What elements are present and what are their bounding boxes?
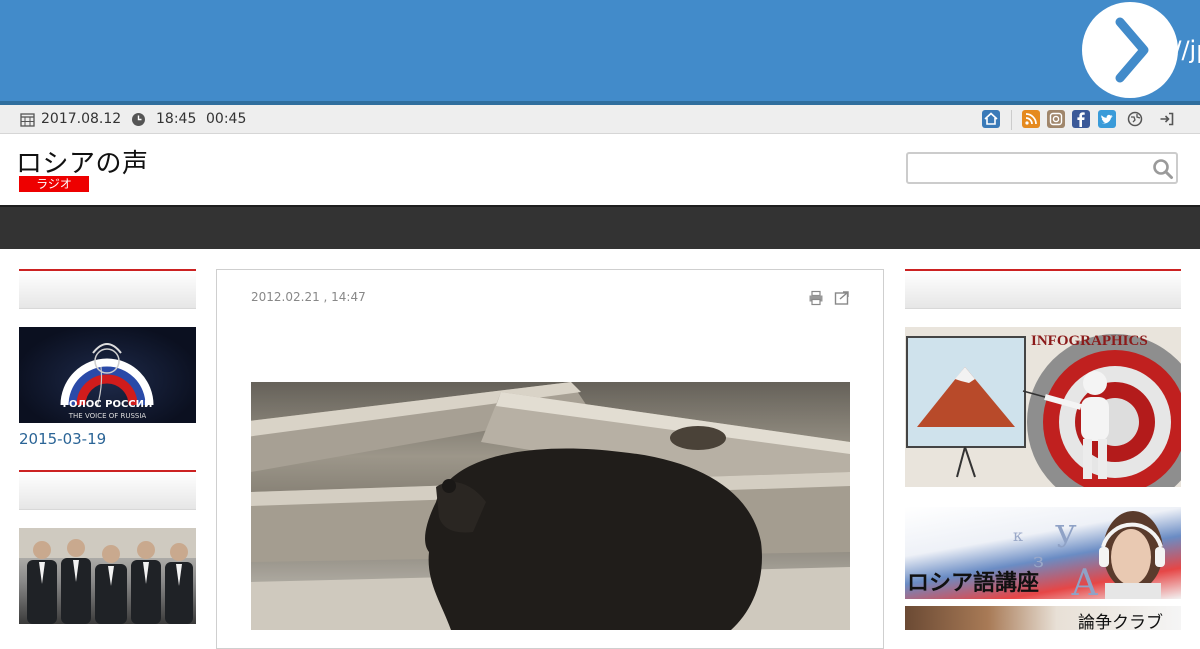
clock-icon <box>132 113 145 126</box>
thumbnail-date-link[interactable]: 2015-03-19 <box>19 430 106 448</box>
article-image-bear <box>251 382 850 630</box>
home-button[interactable] <box>982 110 1000 128</box>
news-photo-thumbnail[interactable] <box>19 528 196 624</box>
calendar-icon <box>20 113 35 127</box>
facebook-button[interactable] <box>1072 110 1090 128</box>
instagram-icon <box>1049 112 1063 126</box>
main-navigation <box>0 205 1200 249</box>
login-button[interactable] <box>1158 110 1176 128</box>
svg-text:к: к <box>1013 526 1023 545</box>
left-sidebar-heading-2 <box>19 470 196 510</box>
russian-course-banner[interactable]: к з У А ロシア語講座 <box>905 507 1181 599</box>
debate-club-label: 論争クラブ <box>1078 613 1163 630</box>
rss-button[interactable] <box>1022 110 1040 128</box>
current-date: 2017.08.12 <box>41 111 122 127</box>
archive-banner <box>0 0 1200 101</box>
left-sidebar-heading-1 <box>19 269 196 309</box>
time-moscow: 18:45 <box>156 111 197 127</box>
bear-photo <box>251 382 850 630</box>
svg-text:У: У <box>1055 520 1077 555</box>
right-sidebar-heading <box>905 269 1181 309</box>
radio-badge[interactable]: ラジオ <box>19 176 89 192</box>
infographics-label: INFOGRAPHICS <box>1031 333 1148 349</box>
voice-of-russia-thumbnail[interactable]: ГОЛОС РОССИИ THE VOICE OF RUSSIA <box>19 327 196 423</box>
twitter-button[interactable] <box>1098 110 1116 128</box>
icon-divider <box>1011 110 1012 130</box>
logo-text-en: THE VOICE OF RUSSIA <box>68 412 147 420</box>
logo-text-ru: ГОЛОС РОССИИ <box>62 399 153 410</box>
share-icon[interactable] <box>834 290 850 306</box>
time-tokyo: 00:45 <box>206 111 247 127</box>
svg-text:А: А <box>1071 563 1098 599</box>
facebook-icon <box>1077 112 1085 127</box>
group-photo-image <box>19 528 196 624</box>
language-button[interactable] <box>1126 110 1144 128</box>
article-date: 2012.02.21 , 14:47 <box>251 290 366 304</box>
site-title[interactable]: ロシアの声 <box>16 143 149 180</box>
infographics-image <box>906 334 1181 487</box>
rss-icon <box>1025 113 1037 125</box>
login-icon <box>1160 112 1174 126</box>
archive-next-button[interactable] <box>1082 2 1178 98</box>
globe-icon <box>1127 111 1143 127</box>
home-icon <box>984 112 998 125</box>
print-icon[interactable] <box>808 290 824 306</box>
chevron-right-icon <box>1115 17 1149 83</box>
twitter-icon <box>1101 114 1113 124</box>
instagram-button[interactable] <box>1047 110 1065 128</box>
debate-club-banner[interactable]: 論争クラブ <box>905 606 1181 630</box>
search-input[interactable] <box>910 156 1144 182</box>
infographics-banner[interactable]: INFOGRAPHICS <box>905 327 1181 487</box>
search-icon[interactable] <box>1152 158 1174 180</box>
russian-course-label: ロシア語講座 <box>907 571 1040 596</box>
